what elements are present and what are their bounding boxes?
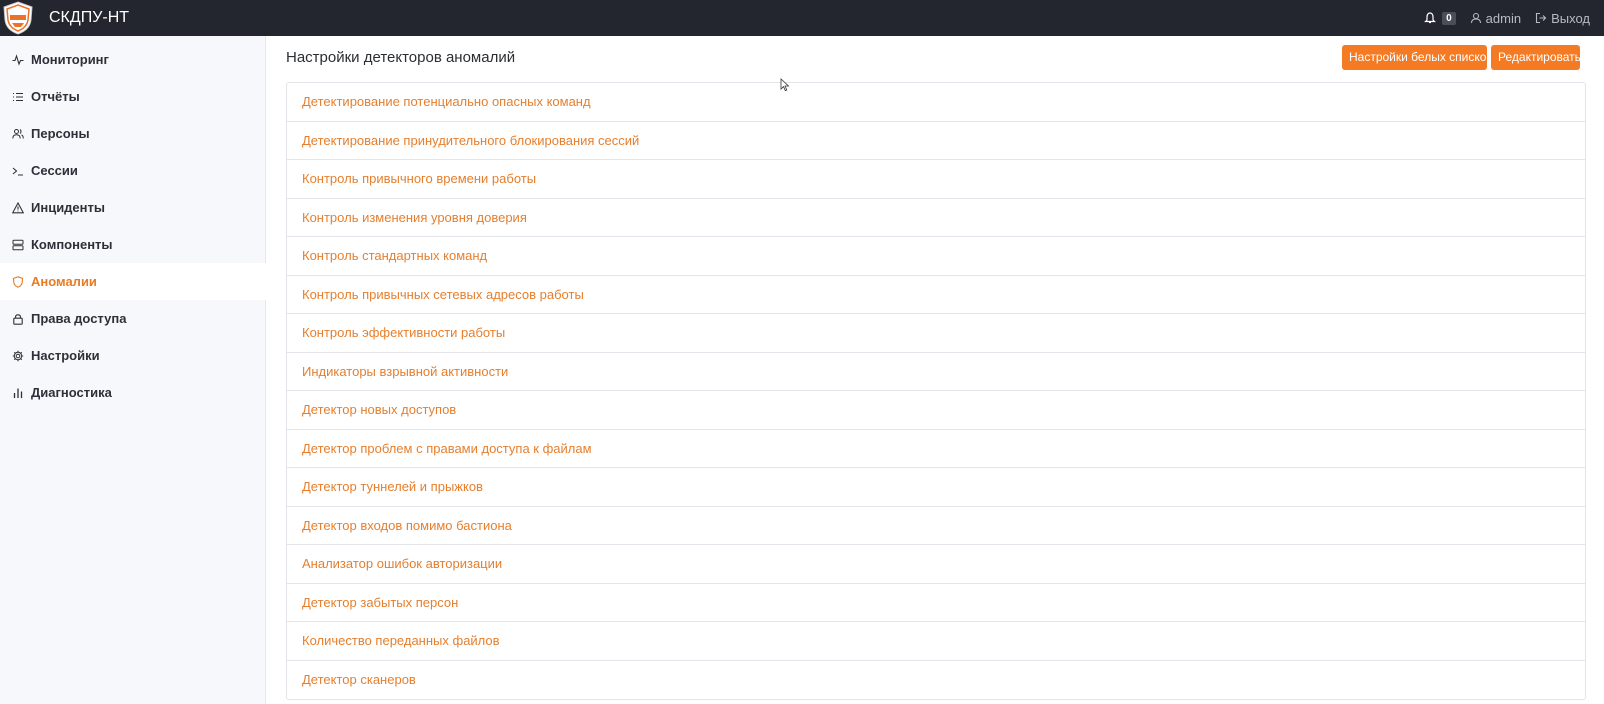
bar-chart-icon: [13, 388, 23, 398]
logout-label: Выход: [1551, 10, 1590, 26]
whitelist-settings-button[interactable]: Настройки белых списков: [1342, 45, 1493, 70]
sidebar-item-access-rights[interactable]: Права доступа: [0, 300, 266, 337]
detector-item[interactable]: Детектирование потенциально опасных кома…: [287, 83, 1585, 122]
shield-icon: [12, 275, 24, 288]
detector-item[interactable]: Контроль привычных сетевых адресов работ…: [287, 276, 1585, 314]
list-icon: [13, 92, 23, 101]
detector-item[interactable]: Детектор забытых персон: [287, 584, 1585, 622]
sidebar-item-label: Права доступа: [31, 311, 127, 326]
sidebar-item-sessions[interactable]: Сессии: [0, 152, 266, 189]
sidebar-item-reports[interactable]: Отчёты: [0, 78, 266, 115]
detector-item[interactable]: Контроль эффективности работы: [287, 314, 1585, 353]
sidebar-item-label: Диагностика: [31, 385, 112, 400]
detector-item[interactable]: Контроль изменения уровня доверия: [287, 199, 1585, 237]
user-icon: [1470, 12, 1481, 24]
detector-item[interactable]: Детектирование принудительного блокирова…: [287, 122, 1585, 160]
app-title: СКДПУ-НТ: [49, 9, 130, 26]
lock-icon: [13, 313, 23, 325]
user-name: admin: [1485, 10, 1522, 26]
gear-icon: [12, 350, 24, 361]
users-icon: [12, 128, 24, 139]
top-bar: СКДПУ-НТ 0 admin Выход: [0, 0, 1604, 36]
detector-item[interactable]: Контроль стандартных команд: [287, 237, 1585, 276]
sidebar-item-label: Мониторинг: [31, 52, 109, 67]
sidebar: Мониторинг Отчёты Персоны Сессии Инциден…: [0, 36, 266, 704]
sidebar-item-monitoring[interactable]: Мониторинг: [0, 41, 266, 78]
detector-item[interactable]: Детектор сканеров: [287, 661, 1585, 700]
sidebar-item-anomalies[interactable]: Аномалии: [0, 263, 266, 300]
detector-item[interactable]: Детектор входов помимо бастиона: [287, 507, 1585, 545]
detector-item[interactable]: Индикаторы взрывной активности: [287, 353, 1585, 391]
page-title: Настройки детекторов аномалий: [286, 49, 516, 66]
sidebar-item-label: Инциденты: [31, 200, 105, 215]
top-right-controls: 0 admin Выход: [1424, 0, 1604, 36]
sidebar-item-label: Персоны: [31, 126, 90, 141]
detector-item[interactable]: Количество переданных файлов: [287, 622, 1585, 661]
sidebar-item-diagnostics[interactable]: Диагностика: [0, 374, 266, 411]
notifications-count-badge: 0: [1442, 11, 1456, 25]
logout-icon: [1536, 12, 1547, 24]
detector-item[interactable]: Детектор проблем с правами доступа к фай…: [287, 430, 1585, 468]
sidebar-item-label: Настройки: [31, 348, 100, 363]
warning-icon: [12, 201, 24, 213]
bell-icon: [1424, 12, 1437, 24]
detector-item[interactable]: Детектор новых доступов: [287, 391, 1585, 430]
user-menu[interactable]: admin: [1470, 11, 1521, 26]
logo-shield-icon[interactable]: [2, 1, 34, 35]
detector-item[interactable]: Анализатор ошибок авторизации: [287, 545, 1585, 584]
mouse-cursor-icon: [780, 78, 790, 92]
sidebar-item-label: Сессии: [31, 163, 78, 178]
activity-icon: [12, 53, 24, 66]
server-icon: [12, 239, 24, 250]
sidebar-item-components[interactable]: Компоненты: [0, 226, 266, 263]
detector-list: Детектирование потенциально опасных кома…: [286, 82, 1586, 700]
sidebar-item-persons[interactable]: Персоны: [0, 115, 266, 152]
edit-button[interactable]: Редактировать: [1491, 45, 1581, 70]
sidebar-item-incidents[interactable]: Инциденты: [0, 189, 266, 226]
sidebar-item-label: Отчёты: [31, 89, 80, 104]
sidebar-item-label: Компоненты: [31, 237, 113, 252]
terminal-icon: [12, 167, 23, 176]
detector-item[interactable]: Контроль привычного времени работы: [287, 160, 1585, 199]
notifications-button[interactable]: 0: [1424, 11, 1456, 25]
sidebar-item-label: Аномалии: [31, 274, 97, 289]
sidebar-item-settings[interactable]: Настройки: [0, 337, 266, 374]
logout-button[interactable]: Выход: [1535, 11, 1590, 26]
detector-item[interactable]: Детектор туннелей и прыжков: [287, 468, 1585, 507]
